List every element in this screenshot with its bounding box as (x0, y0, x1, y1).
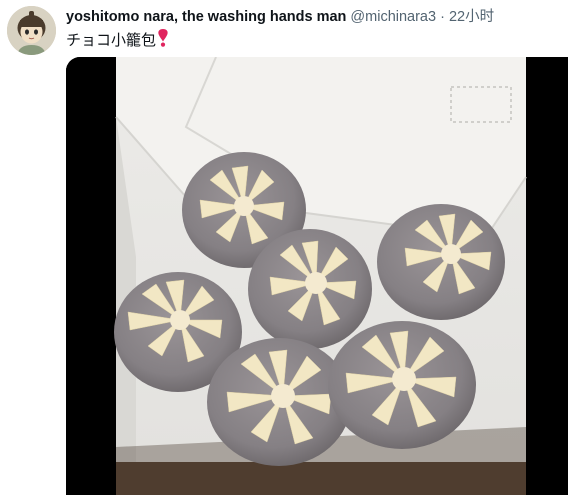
user-handle[interactable]: @michinara3 (350, 9, 436, 25)
tweet: yoshitomo nara, the washing hands man @m… (0, 0, 568, 495)
separator-dot: · (440, 9, 445, 25)
dumpling (207, 338, 351, 466)
media-video[interactable] (66, 57, 568, 495)
dumpling (248, 229, 372, 349)
display-name[interactable]: yoshitomo nara, the washing hands man (66, 9, 346, 25)
avatar[interactable] (7, 6, 56, 55)
avatar-illustration (7, 6, 56, 55)
dumpling (377, 204, 505, 320)
timestamp[interactable]: 22小时 (449, 9, 494, 25)
tweet-text: チョコ小籠包 (66, 29, 169, 53)
tweet-header: yoshitomo nara, the washing hands man @m… (66, 8, 560, 27)
heart-exclamation-icon (157, 29, 169, 53)
dumpling-box-photo (66, 57, 568, 495)
tweet-text-content: チョコ小籠包 (66, 32, 157, 49)
dumpling (328, 321, 476, 449)
